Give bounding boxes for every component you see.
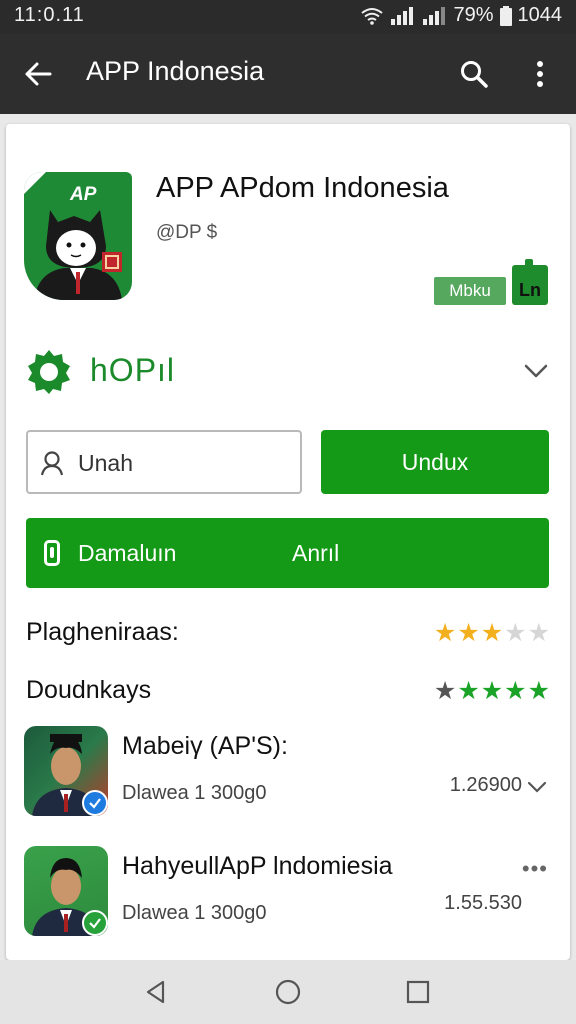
- system-nav-bar: [0, 960, 576, 1024]
- app-bar-title: APP Indonesia: [86, 56, 265, 86]
- list-item[interactable]: HahyeullApP lndomiesia Dlawea 1 300g0 1.…: [24, 846, 550, 942]
- star-icon: ★: [527, 619, 550, 647]
- download-button-secondary-label: Anrıl: [292, 540, 340, 566]
- search-input[interactable]: Unah: [26, 430, 302, 494]
- app-icon: AP: [24, 172, 132, 300]
- status-bar: 11:0.11 79% 1044: [0, 0, 576, 34]
- status-clock-right: 1044: [517, 4, 563, 26]
- status-time: 11:0.11: [14, 4, 85, 26]
- recents-square-icon[interactable]: [402, 976, 434, 1008]
- signal-icon: [421, 6, 447, 25]
- user-icon: [40, 451, 64, 476]
- star-rating: ★ ★ ★ ★ ★: [434, 676, 550, 706]
- star-icon: ★: [527, 677, 550, 705]
- mascot-icon: [34, 210, 122, 300]
- star-icon: ★: [480, 619, 504, 647]
- signal-icon: [389, 6, 415, 25]
- section-header[interactable]: hOPıl: [26, 346, 550, 396]
- rating-row-2: Doudnkays ★ ★ ★ ★ ★: [26, 672, 550, 712]
- rating-label: Doudnkays: [26, 676, 152, 704]
- badge-mbku[interactable]: Mbku: [434, 277, 506, 305]
- back-arrow-icon[interactable]: [18, 54, 58, 94]
- chevron-down-icon[interactable]: [526, 776, 548, 798]
- star-icon: ★: [433, 677, 457, 705]
- list-item-value: 1.26900: [449, 774, 522, 796]
- star-icon: ★: [433, 619, 457, 647]
- star-icon: ★: [457, 619, 480, 647]
- verified-badge-icon: [82, 910, 108, 936]
- list-item-subtitle: Dlawea 1 300g0: [122, 782, 267, 804]
- gear-icon: [28, 350, 70, 394]
- rating-row-1: Plagheniraas: ★ ★ ★ ★ ★: [26, 614, 550, 654]
- back-triangle-icon[interactable]: [140, 976, 172, 1008]
- search-input-value: Unah: [78, 450, 133, 476]
- battery-icon: [499, 5, 512, 26]
- star-icon: ★: [504, 619, 527, 647]
- more-vert-icon[interactable]: [522, 54, 558, 94]
- section-label: hOPıl: [90, 352, 176, 388]
- badge-ln[interactable]: Ln: [512, 259, 548, 305]
- chevron-down-icon[interactable]: [522, 356, 550, 384]
- list-item-title: Mabeiγ (AP'S):: [122, 732, 288, 760]
- download-button[interactable]: Damaluın Anrıl: [26, 518, 549, 588]
- star-icon: ★: [457, 677, 480, 705]
- status-icons: 79% 1044: [361, 4, 562, 27]
- star-icon: ★: [480, 677, 504, 705]
- app-title: APP APdom Indonesia: [156, 172, 449, 204]
- lock-icon: [44, 540, 60, 566]
- verified-badge-icon: [82, 790, 108, 816]
- more-horiz-icon[interactable]: •••: [522, 856, 548, 882]
- star-rating: ★ ★ ★ ★ ★: [434, 618, 550, 648]
- star-icon: ★: [504, 677, 527, 705]
- download-button-label: Damaluın: [78, 540, 177, 566]
- list-item-value: 1.55.530: [444, 892, 522, 914]
- wifi-icon: [361, 7, 384, 25]
- list-item[interactable]: Mabeiγ (AP'S): Dlawea 1 300g0 1.26900: [24, 726, 550, 822]
- app-bar: APP Indonesia: [0, 34, 576, 114]
- rating-label: Plagheniraas:: [26, 618, 179, 646]
- search-icon[interactable]: [454, 54, 494, 94]
- list-item-title: HahyeullApP lndomiesia: [122, 852, 393, 880]
- app-subtitle: @DP $: [156, 222, 218, 243]
- home-circle-icon[interactable]: [272, 976, 304, 1008]
- battery-percent: 79%: [453, 4, 494, 26]
- list-item-subtitle: Dlawea 1 300g0: [122, 902, 267, 924]
- undux-button[interactable]: Undux: [321, 430, 549, 494]
